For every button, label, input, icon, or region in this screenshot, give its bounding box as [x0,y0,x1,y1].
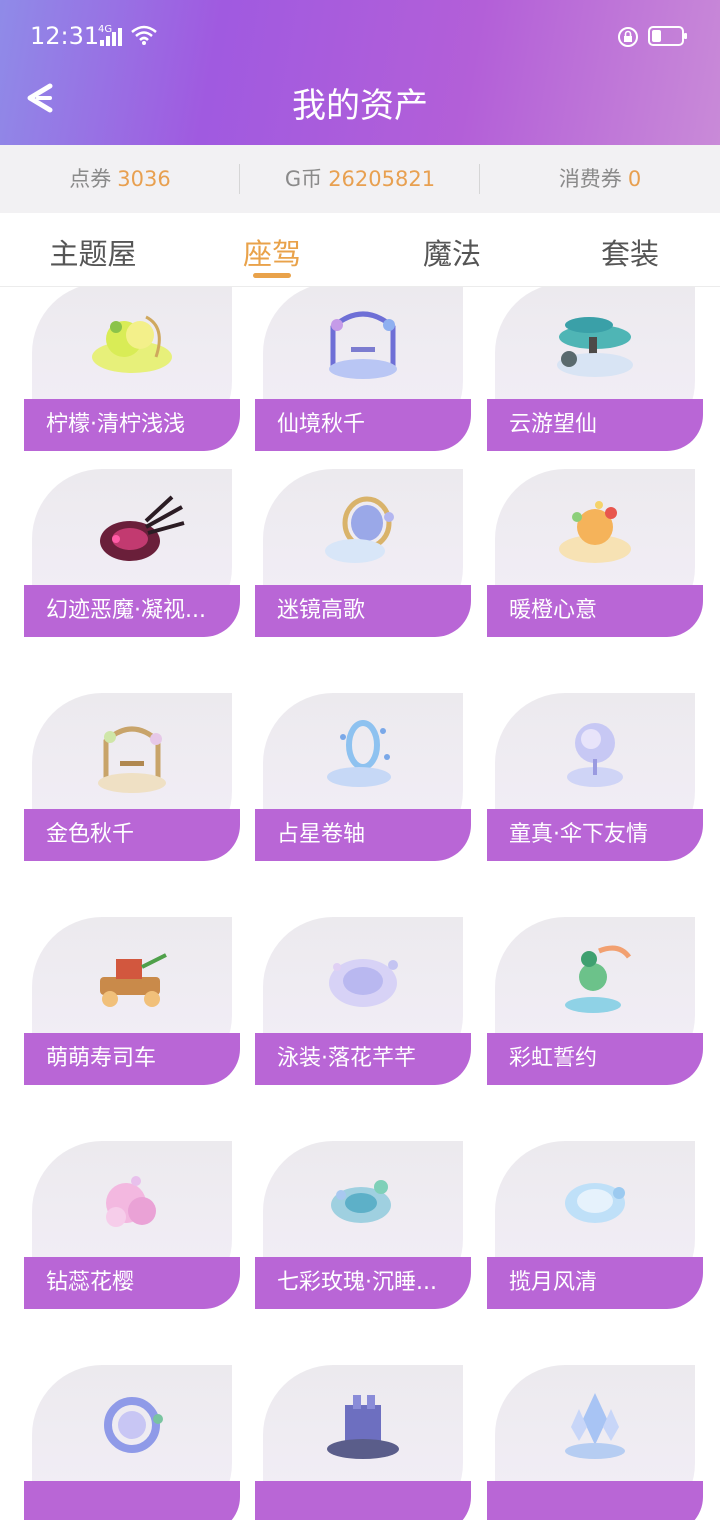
mount-name: 泳装·落花芊芊 [255,1033,471,1085]
asset-value: 3036 [117,167,171,191]
mount-card[interactable]: 暖橙心意 [487,469,703,653]
asset-coupon: 点券 3036 [0,145,240,213]
orange-mount-icon [559,501,631,563]
crystal-mount-icon [565,1393,625,1459]
asset-value: 0 [627,167,642,191]
mount-name: 童真·伞下友情 [487,809,703,861]
mount-name: 幻迹恶魔·凝视... [24,585,240,637]
mount-name: 仙境秋千 [255,399,471,451]
tab-magic[interactable]: 魔法 [362,231,542,273]
category-tabs: 主题屋 座驾 魔法 套装 [0,213,720,287]
mount-card[interactable] [255,1365,471,1520]
mount-name: 七彩玫瑰·沉睡... [255,1257,471,1309]
page-title: 我的资产 [292,86,428,126]
mount-card[interactable]: 仙境秋千 [255,287,471,467]
asset-value: 26205821 [328,167,436,191]
moon-mount-icon [565,1183,625,1223]
mount-card[interactable]: 揽月风清 [487,1141,703,1325]
mount-name [255,1481,471,1520]
mount-name [24,1481,240,1520]
asset-voucher: 消费券 0 [480,145,720,213]
mount-name: 迷镜高歌 [255,585,471,637]
mount-name: 彩虹誓约 [487,1033,703,1085]
mount-card[interactable]: 七彩玫瑰·沉睡... [255,1141,471,1325]
mount-name: 云游望仙 [487,399,703,451]
clock: 12:31 [30,22,100,50]
mount-name: 揽月风清 [487,1257,703,1309]
mount-name: 占星卷轴 [255,809,471,861]
lemon-mount-icon [92,315,172,373]
mount-card[interactable] [24,1365,240,1520]
mount-card[interactable]: 彩虹誓约 [487,917,703,1101]
mount-card[interactable]: 幻迹恶魔·凝视... [24,469,240,653]
mount-name [487,1481,703,1520]
mount-card[interactable]: 泳装·落花芊芊 [255,917,471,1101]
mount-card[interactable]: 占星卷轴 [255,693,471,877]
umbrella-mount-icon [567,723,623,787]
mount-grid: 柠檬·清柠浅浅 仙境秋千 云游望仙 幻迹恶魔·凝视... 迷镜高歌 暖橙心意 金… [0,287,720,1520]
signal-icon [100,28,124,46]
mount-card[interactable]: 萌萌寿司车 [24,917,240,1101]
castle-mount-icon [327,1395,399,1459]
mount-card[interactable]: 迷镜高歌 [255,469,471,653]
battery-icon [648,26,687,46]
mount-name: 金色秋千 [24,809,240,861]
mount-card[interactable]: 童真·伞下友情 [487,693,703,877]
golden-swing-mount-icon [98,726,166,793]
pine-cloud-mount-icon [557,317,633,377]
tab-theme-room[interactable]: 主题屋 [3,231,183,273]
mount-card[interactable] [487,1365,703,1520]
asset-label: 消费券 [558,167,622,191]
asset-label: G币 [284,167,323,191]
devil-mount-icon [100,495,185,561]
swing-mount-icon [329,311,397,379]
mount-name: 暖橙心意 [487,585,703,637]
mount-card[interactable]: 柠檬·清柠浅浅 [24,287,240,467]
sushi-car-mount-icon [100,953,167,1007]
petal-mount-icon [329,959,398,1007]
mount-card[interactable]: 钻蕊花樱 [24,1141,240,1325]
active-tab-indicator [253,273,291,278]
status-bar: 12:31 4G [0,0,720,72]
tab-outfit[interactable]: 套装 [540,231,720,273]
asset-gcoin: G币 26205821 [240,145,480,213]
mirror-mount-icon [325,496,394,563]
mount-card[interactable]: 金色秋千 [24,693,240,877]
rose-mount-icon [331,1180,391,1223]
wreath-mount-icon [104,1397,163,1453]
mount-name: 柠檬·清柠浅浅 [24,399,240,451]
scroll-mount-icon [327,720,391,787]
rotation-lock-icon [618,27,638,47]
asset-label: 点券 [69,167,112,191]
mount-name: 萌萌寿司车 [24,1033,240,1085]
asset-summary-bar: 点券 3036 G币 26205821 消费券 0 [0,145,720,213]
mount-card[interactable]: 云游望仙 [487,287,703,467]
rainbow-mount-icon [565,945,632,1013]
wifi-icon [131,25,157,45]
tab-mount[interactable]: 座驾 [182,231,362,273]
mount-name: 钻蕊花樱 [24,1257,240,1309]
sakura-mount-icon [106,1176,156,1227]
app-header: 12:31 4G 我的资产 [0,0,720,145]
